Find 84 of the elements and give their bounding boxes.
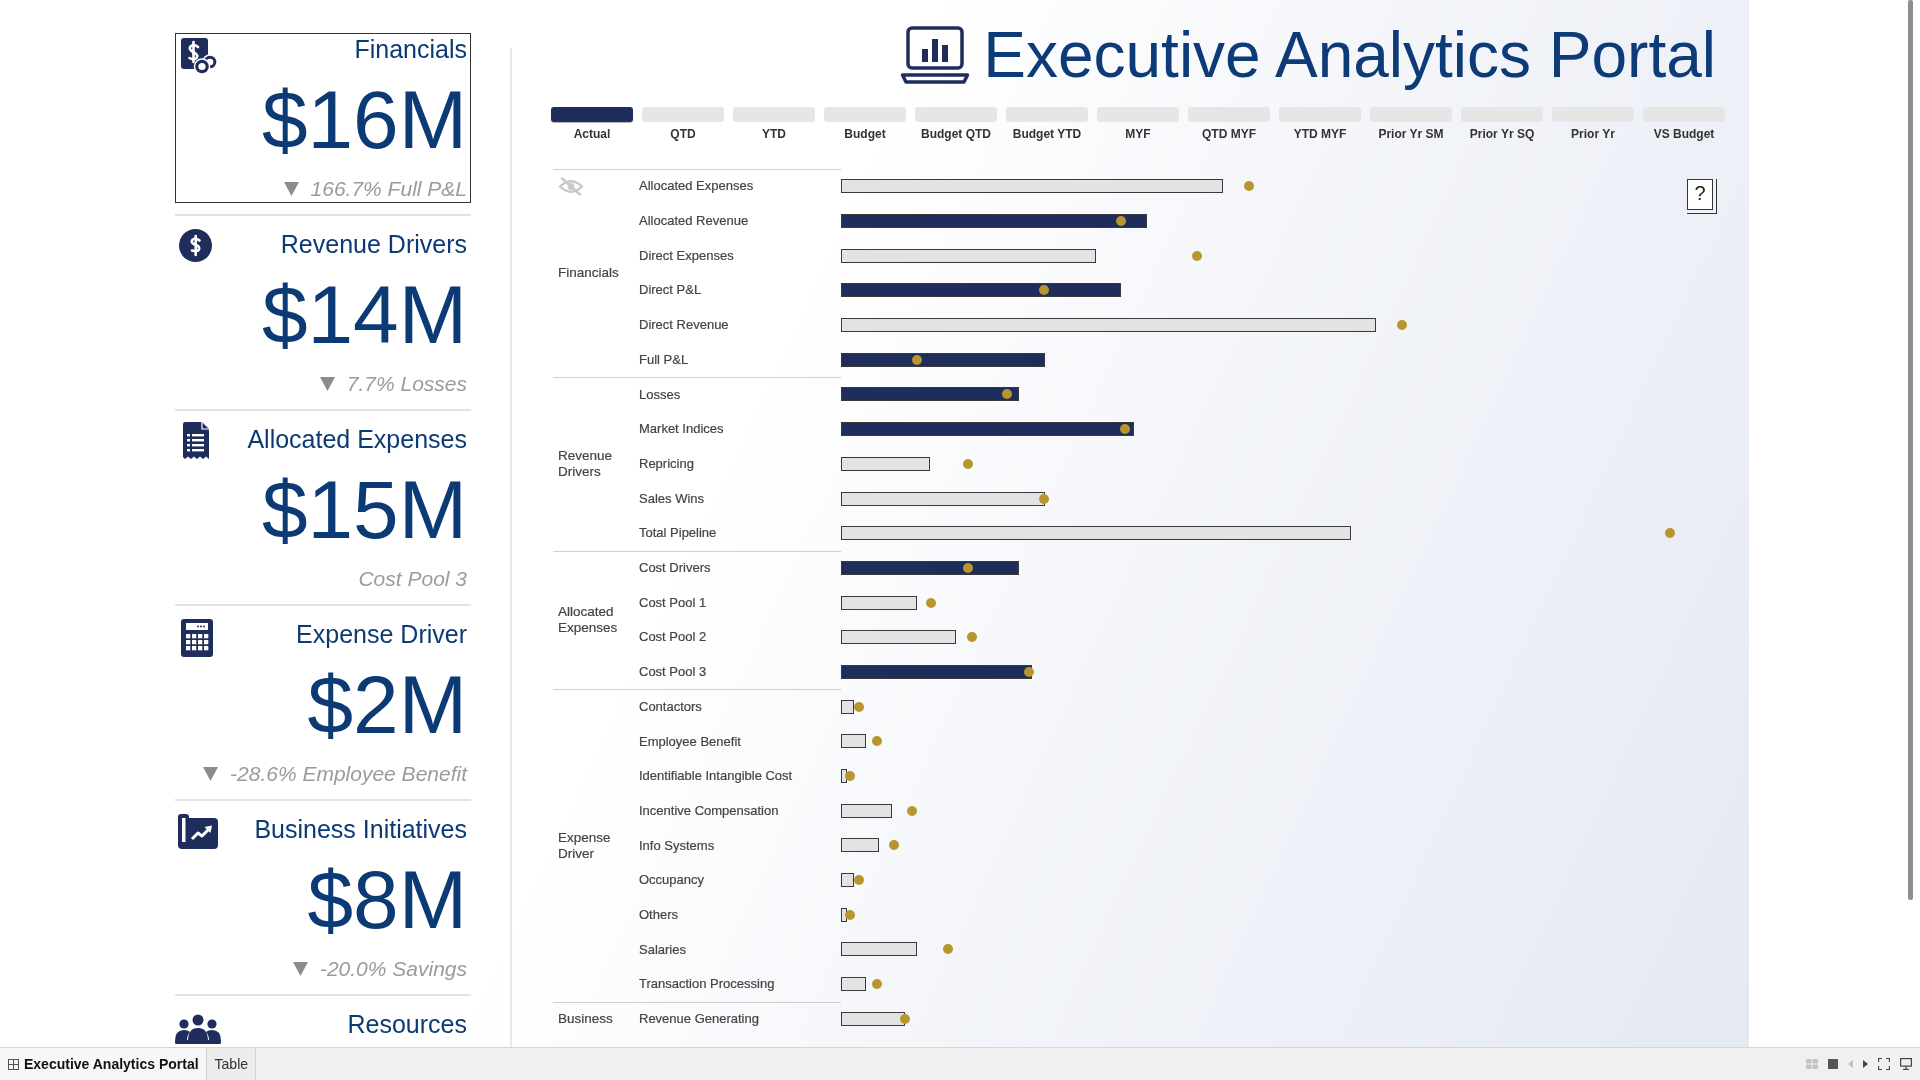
row-label: Repricing (639, 455, 694, 472)
card-title: Resources (347, 1009, 467, 1039)
period-tab[interactable]: VS Budget (1643, 107, 1725, 142)
row-label: Cost Drivers (639, 560, 711, 577)
dollar-coins-icon (180, 37, 218, 75)
row-label: Direct Expenses (639, 247, 734, 264)
row-label: Cost Pool 2 (639, 629, 707, 646)
sheet-tab[interactable]: Table (206, 1048, 257, 1080)
group-label: Allocated Expenses (557, 604, 619, 637)
row-label: Full P&L (639, 351, 689, 368)
dollar-circle-icon (179, 229, 212, 262)
card-title: Allocated Expenses (247, 424, 467, 454)
right-caret-icon[interactable] (1863, 1060, 1868, 1068)
kpi-value: $15M (260, 468, 467, 552)
monitor-icon[interactable] (1900, 1058, 1912, 1070)
left-caret-icon[interactable] (1848, 1060, 1853, 1068)
row-label: Employee Benefit (639, 733, 741, 750)
card-title: Expense Driver (296, 619, 467, 649)
row-label: Allocated Revenue (639, 213, 749, 230)
period-tab[interactable]: YTD MYF (1279, 107, 1361, 142)
card-title: Financials (354, 34, 467, 64)
row-label: Direct P&L (639, 282, 702, 299)
fullscreen-icon[interactable] (1878, 1058, 1890, 1070)
period-tab[interactable]: YTD (733, 107, 815, 142)
row-label: Direct Revenue (639, 317, 729, 334)
row-label: Market Indices (639, 421, 724, 438)
period-tab[interactable]: QTD (642, 107, 724, 142)
row-label: Cost Pool 3 (639, 664, 707, 681)
row-label: Occupancy (639, 872, 705, 889)
period-tab[interactable]: Actual (551, 107, 633, 142)
card-title: Revenue Drivers (280, 229, 467, 259)
scrollbar[interactable] (1908, 0, 1913, 900)
group-label: Expense Driver (557, 829, 612, 862)
kpi-note: Cost Pool 3 (358, 567, 467, 591)
kpi-value: $2M (306, 663, 467, 747)
kpi-note: 166.7% Full P&L (310, 177, 467, 201)
kpi-card[interactable]: Allocated Expenses $15M Cost Pool 3 (175, 423, 471, 593)
kpi-note: 7.7% Losses (346, 372, 467, 396)
period-tab[interactable]: Budget QTD (915, 107, 997, 142)
row-label: Losses (639, 386, 681, 403)
kpi-card[interactable]: Financials $16M 166.7% Full P&L (175, 33, 471, 203)
group-label: Financials (557, 265, 619, 282)
kpi-value: $14M (260, 273, 467, 357)
row-label: Contactors (639, 698, 702, 715)
eye-slash-icon[interactable] (558, 177, 584, 196)
row-label: Cost Pool 1 (639, 594, 707, 611)
grid-icon (8, 1058, 19, 1070)
period-tab[interactable]: Budget YTD (1006, 107, 1088, 142)
period-tab[interactable]: Prior Yr SM (1370, 107, 1452, 142)
page-title: Executive Analytics Portal (983, 22, 1716, 88)
row-label: Revenue Generating (639, 1011, 759, 1028)
row-label: Incentive Compensation (639, 802, 779, 819)
receipt-icon (181, 421, 211, 461)
sheet-tab[interactable]: Executive Analytics Portal (0, 1048, 207, 1080)
row-label: Allocated Expenses (639, 178, 754, 195)
kpi-note: -28.6% Employee Benefit (230, 762, 467, 786)
laptop-chart-icon (900, 25, 971, 85)
card-title: Business Initiatives (254, 814, 467, 844)
period-tab[interactable]: Prior Yr (1552, 107, 1634, 142)
group-label: Business (557, 1011, 613, 1028)
row-label: Others (639, 906, 678, 923)
square-icon[interactable] (1828, 1059, 1838, 1069)
kpi-card[interactable]: Business Initiatives $8M -20.0% Savings (175, 813, 471, 983)
kpi-value: $16M (260, 78, 467, 162)
group-label: Revenue Drivers (557, 447, 614, 480)
trend-chart-icon (178, 814, 218, 849)
calculator-icon (181, 619, 213, 657)
people-icon (175, 1014, 221, 1044)
kpi-note: -20.0% Savings (319, 957, 467, 981)
period-tab[interactable]: MYF (1097, 107, 1179, 142)
period-tab[interactable]: Prior Yr SQ (1461, 107, 1543, 142)
kpi-card[interactable]: Resources (175, 1008, 471, 1045)
kpi-card[interactable]: Expense Driver $2M -28.6% Employee Benefit (175, 618, 471, 788)
row-label: Total Pipeline (639, 525, 717, 542)
kpi-value: $8M (306, 858, 467, 942)
row-label: Info Systems (639, 837, 715, 854)
row-label: Identifiable Intangible Cost (639, 768, 793, 785)
row-label: Transaction Processing (639, 976, 775, 993)
period-tab[interactable]: Budget (824, 107, 906, 142)
kpi-card[interactable]: Revenue Drivers $14M 7.7% Losses (175, 228, 471, 398)
period-tab[interactable]: QTD MYF (1188, 107, 1270, 142)
row-label: Sales Wins (639, 490, 705, 507)
tiles-icon[interactable] (1806, 1059, 1818, 1069)
row-label: Salaries (639, 941, 686, 958)
